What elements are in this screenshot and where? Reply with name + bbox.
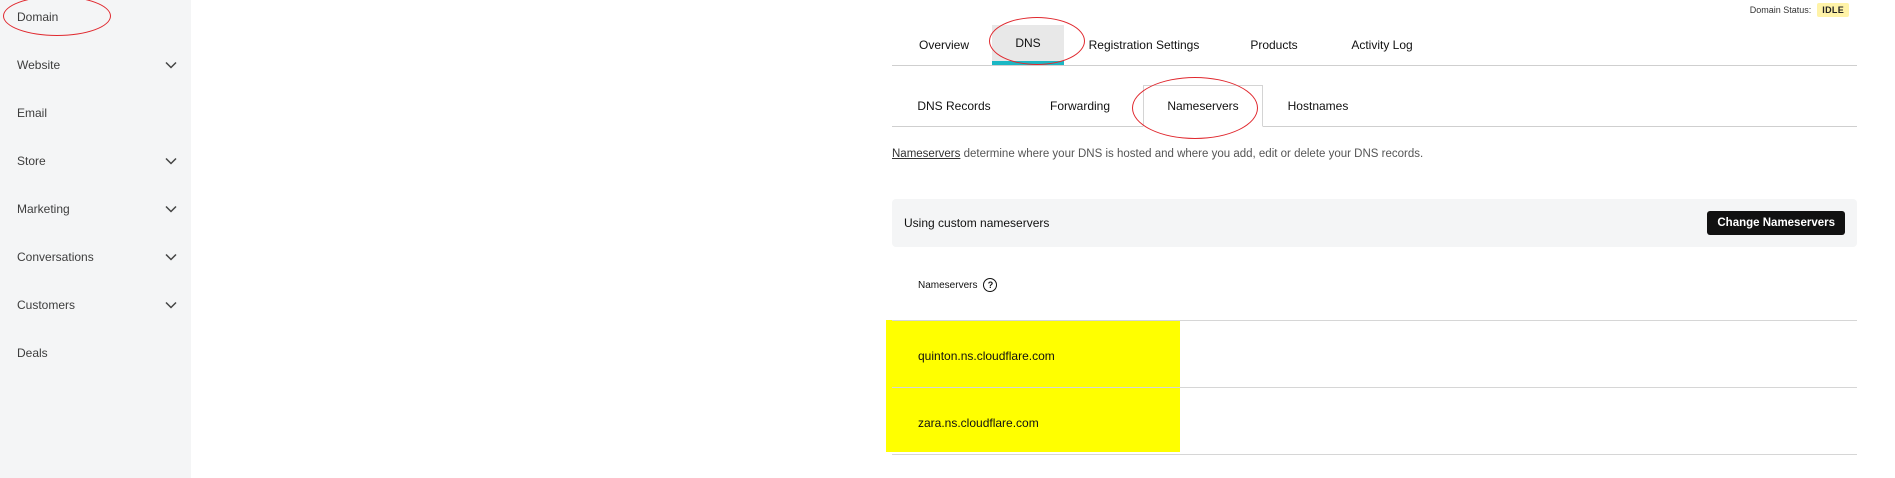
sidebar: Domain Website Email Store Marketing Con… [0, 0, 191, 478]
tab-label: Nameservers [1167, 99, 1239, 113]
domain-status-label: Domain Status: [1749, 5, 1812, 15]
change-nameservers-button[interactable]: Change Nameservers [1707, 211, 1845, 235]
tab-label: Hostnames [1287, 98, 1349, 113]
divider [892, 454, 1857, 455]
sidebar-item-label: Marketing [17, 202, 70, 216]
sidebar-item-website[interactable]: Website [0, 50, 191, 80]
tab-label: Registration Settings [1088, 38, 1200, 52]
tab-label: DNS [1015, 36, 1041, 50]
tab-overview[interactable]: Overview [892, 25, 996, 65]
nameserver-row: zara.ns.cloudflare.com [918, 390, 1039, 456]
sidebar-item-label: Website [17, 58, 61, 72]
tab-label: Overview [918, 38, 969, 52]
chevron-down-icon[interactable] [163, 249, 179, 265]
tab-nameservers[interactable]: Nameservers [1143, 85, 1263, 127]
custom-nameservers-text: Using custom nameservers [904, 216, 1050, 230]
sidebar-item-store[interactable]: Store [0, 146, 191, 176]
sidebar-item-email[interactable]: Email [0, 98, 191, 128]
nameservers-header-label: Nameservers [918, 279, 978, 291]
divider [892, 387, 1857, 388]
tab-label: Forwarding [1049, 98, 1111, 113]
sidebar-item-domain[interactable]: Domain [0, 2, 191, 32]
chevron-down-icon[interactable] [163, 201, 179, 217]
sidebar-item-marketing[interactable]: Marketing [0, 194, 191, 224]
divider [892, 320, 1857, 321]
tab-label: DNS Records [917, 98, 991, 113]
domain-status: Domain Status: IDLE [1750, 3, 1849, 17]
nameserver-value: zara.ns.cloudflare.com [918, 416, 1039, 430]
sidebar-item-label: Email [17, 106, 48, 120]
nameserver-row: quinton.ns.cloudflare.com [918, 323, 1055, 389]
chevron-down-icon[interactable] [163, 153, 179, 169]
page: Domain Website Email Store Marketing Con… [0, 0, 1895, 478]
tab-activity-log[interactable]: Activity Log [1328, 25, 1436, 65]
sidebar-item-label: Store [17, 154, 46, 168]
chevron-down-icon[interactable] [163, 297, 179, 313]
tab-registration-settings[interactable]: Registration Settings [1068, 25, 1220, 65]
chevron-down-icon[interactable] [163, 57, 179, 73]
tab-dns[interactable]: DNS [992, 25, 1064, 65]
sidebar-item-label: Conversations [17, 250, 94, 264]
sidebar-item-deals[interactable]: Deals [0, 338, 191, 368]
nameservers-description: Nameservers determine where your DNS is … [892, 148, 1423, 160]
status-badge: IDLE [1817, 3, 1849, 17]
tab-hostnames[interactable]: Hostnames [1266, 85, 1370, 126]
description-text: determine where your DNS is hosted and w… [960, 148, 1424, 160]
main-tabs: Overview DNS Registration Settings Produ… [892, 25, 1857, 66]
tab-label: Activity Log [1351, 38, 1413, 52]
custom-nameservers-panel: Using custom nameservers Change Nameserv… [892, 199, 1857, 247]
tab-products[interactable]: Products [1224, 25, 1324, 65]
dns-subtabs: DNS Records Forwarding Nameservers Hostn… [892, 85, 1857, 127]
sidebar-item-label: Deals [17, 346, 48, 360]
sidebar-item-conversations[interactable]: Conversations [0, 242, 191, 272]
nameservers-header: Nameservers ? [918, 278, 998, 292]
tab-forwarding[interactable]: Forwarding [1020, 85, 1140, 126]
sidebar-item-customers[interactable]: Customers [0, 290, 191, 320]
question-circle-icon[interactable]: ? [983, 278, 998, 292]
nameservers-link[interactable]: Nameservers [892, 148, 960, 160]
sidebar-item-label: Customers [17, 298, 76, 312]
tab-label: Products [1250, 38, 1298, 52]
nameserver-value: quinton.ns.cloudflare.com [918, 349, 1055, 363]
sidebar-item-label: Domain [17, 10, 59, 24]
tab-dns-records[interactable]: DNS Records [892, 85, 1016, 126]
